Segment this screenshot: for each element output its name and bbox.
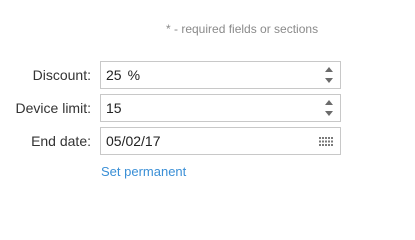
caret-up-icon[interactable] xyxy=(325,100,333,105)
discount-input[interactable]: 25% xyxy=(100,61,341,89)
calendar-grid-icon[interactable] xyxy=(319,137,334,146)
discount-value-wrapper: 25% xyxy=(106,67,140,83)
discount-unit: % xyxy=(127,67,141,83)
discount-spinner xyxy=(324,66,334,84)
discount-value: 25 xyxy=(106,67,122,83)
device-limit-value: 15 xyxy=(106,100,122,116)
device-limit-row: Device limit: 15 xyxy=(0,94,415,122)
device-limit-label: Device limit: xyxy=(15,100,91,116)
end-date-value: 05/02/17 xyxy=(106,133,161,149)
discount-label: Discount: xyxy=(32,67,91,83)
device-limit-input[interactable]: 15 xyxy=(100,94,341,122)
end-date-label: End date: xyxy=(31,133,91,149)
end-date-input[interactable]: 05/02/17 xyxy=(100,127,341,155)
caret-down-icon[interactable] xyxy=(325,78,333,83)
set-permanent-link[interactable]: Set permanent xyxy=(101,164,186,179)
caret-down-icon[interactable] xyxy=(325,111,333,116)
required-fields-note: * - required fields or sections xyxy=(166,22,319,36)
discount-row: Discount: 25% xyxy=(0,61,415,89)
caret-up-icon[interactable] xyxy=(325,67,333,72)
device-limit-spinner xyxy=(324,99,334,117)
end-date-row: End date: 05/02/17 xyxy=(0,127,415,155)
